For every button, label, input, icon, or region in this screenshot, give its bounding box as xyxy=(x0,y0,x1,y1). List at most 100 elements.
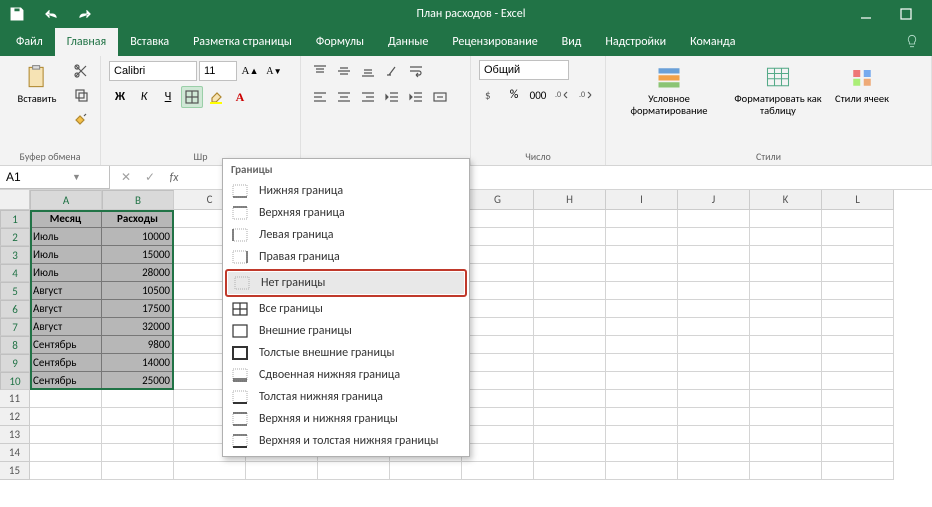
cell-B3[interactable]: 15000 xyxy=(102,246,174,264)
borders-item-5[interactable]: Все границы xyxy=(223,298,469,320)
row-header-2[interactable]: 2 xyxy=(0,228,30,246)
cell-A12[interactable] xyxy=(30,408,102,426)
underline-button[interactable]: Ч xyxy=(157,86,179,108)
tell-me-icon[interactable] xyxy=(904,28,932,56)
cell-J14[interactable] xyxy=(678,444,750,462)
tab-home[interactable]: Главная xyxy=(55,28,118,56)
cell-L2[interactable] xyxy=(822,228,894,246)
cell-K10[interactable] xyxy=(750,372,822,390)
cell-B8[interactable]: 9800 xyxy=(102,336,174,354)
wrap-text-button[interactable] xyxy=(405,60,427,82)
cell-H4[interactable] xyxy=(534,264,606,282)
cell-I5[interactable] xyxy=(606,282,678,300)
tab-file[interactable]: Файл xyxy=(4,28,55,56)
cell-I4[interactable] xyxy=(606,264,678,282)
cell-L8[interactable] xyxy=(822,336,894,354)
cell-A9[interactable]: Сентябрь xyxy=(30,354,102,372)
cell-L3[interactable] xyxy=(822,246,894,264)
cell-A15[interactable] xyxy=(30,462,102,480)
conditional-formatting-button[interactable]: Условное форматирование xyxy=(614,60,724,119)
cell-G7[interactable] xyxy=(462,318,534,336)
tab-pagelayout[interactable]: Разметка страницы xyxy=(181,28,304,56)
cell-B13[interactable] xyxy=(102,426,174,444)
cell-I6[interactable] xyxy=(606,300,678,318)
copy-button[interactable] xyxy=(70,84,92,106)
cell-I14[interactable] xyxy=(606,444,678,462)
decrease-font-button[interactable]: A▼ xyxy=(263,60,285,82)
borders-item-10[interactable]: Верхняя и нижняя границы xyxy=(223,408,469,430)
tab-addins[interactable]: Надстройки xyxy=(593,28,678,56)
cell-J15[interactable] xyxy=(678,462,750,480)
decrease-decimal-button[interactable]: .0 xyxy=(575,84,597,106)
fx-button[interactable]: fx xyxy=(164,169,184,187)
col-header-I[interactable]: I xyxy=(606,190,678,210)
cell-H8[interactable] xyxy=(534,336,606,354)
borders-button[interactable] xyxy=(181,86,203,108)
paste-button[interactable]: Вставить xyxy=(8,60,66,108)
cell-L14[interactable] xyxy=(822,444,894,462)
cell-G15[interactable] xyxy=(462,462,534,480)
enter-formula-button[interactable]: ✓ xyxy=(140,169,160,187)
align-bottom-button[interactable] xyxy=(357,60,379,82)
row-header-12[interactable]: 12 xyxy=(0,408,30,426)
font-color-button[interactable]: A xyxy=(229,86,251,108)
format-as-table-button[interactable]: Форматировать как таблицу xyxy=(728,60,828,119)
cell-A13[interactable] xyxy=(30,426,102,444)
col-header-L[interactable]: L xyxy=(822,190,894,210)
maximize-button[interactable] xyxy=(886,0,926,28)
cell-G14[interactable] xyxy=(462,444,534,462)
save-button[interactable] xyxy=(6,3,28,25)
cell-K7[interactable] xyxy=(750,318,822,336)
cell-J2[interactable] xyxy=(678,228,750,246)
cell-G1[interactable] xyxy=(462,210,534,228)
tab-insert[interactable]: Вставка xyxy=(118,28,181,56)
undo-button[interactable] xyxy=(40,3,62,25)
row-header-13[interactable]: 13 xyxy=(0,426,30,444)
cell-B5[interactable]: 10500 xyxy=(102,282,174,300)
tab-team[interactable]: Команда xyxy=(678,28,747,56)
cell-K3[interactable] xyxy=(750,246,822,264)
cell-L9[interactable] xyxy=(822,354,894,372)
cell-J13[interactable] xyxy=(678,426,750,444)
format-painter-button[interactable] xyxy=(70,108,92,130)
cell-G12[interactable] xyxy=(462,408,534,426)
cell-J5[interactable] xyxy=(678,282,750,300)
cell-A8[interactable]: Сентябрь xyxy=(30,336,102,354)
cell-K4[interactable] xyxy=(750,264,822,282)
fill-color-button[interactable] xyxy=(205,86,227,108)
cell-K15[interactable] xyxy=(750,462,822,480)
cell-G4[interactable] xyxy=(462,264,534,282)
col-header-H[interactable]: H xyxy=(534,190,606,210)
cell-J4[interactable] xyxy=(678,264,750,282)
select-all-corner[interactable] xyxy=(0,190,30,210)
cell-J9[interactable] xyxy=(678,354,750,372)
cell-B4[interactable]: 28000 xyxy=(102,264,174,282)
cell-A7[interactable]: Август xyxy=(30,318,102,336)
row-header-14[interactable]: 14 xyxy=(0,444,30,462)
cell-I7[interactable] xyxy=(606,318,678,336)
row-header-15[interactable]: 15 xyxy=(0,462,30,480)
cell-E15[interactable] xyxy=(318,462,390,480)
cell-I11[interactable] xyxy=(606,390,678,408)
orientation-button[interactable] xyxy=(381,60,403,82)
cell-L6[interactable] xyxy=(822,300,894,318)
cell-I10[interactable] xyxy=(606,372,678,390)
cell-A1[interactable]: Месяц xyxy=(30,210,102,228)
cell-H13[interactable] xyxy=(534,426,606,444)
accounting-format-button[interactable]: $ xyxy=(479,84,501,106)
align-left-button[interactable] xyxy=(309,86,331,108)
row-header-11[interactable]: 11 xyxy=(0,390,30,408)
row-header-8[interactable]: 8 xyxy=(0,336,30,354)
cell-J12[interactable] xyxy=(678,408,750,426)
cell-H10[interactable] xyxy=(534,372,606,390)
cell-I12[interactable] xyxy=(606,408,678,426)
cell-G13[interactable] xyxy=(462,426,534,444)
minimize-button[interactable] xyxy=(846,0,886,28)
cell-H1[interactable] xyxy=(534,210,606,228)
decrease-indent-button[interactable] xyxy=(381,86,403,108)
name-box[interactable]: ▼ xyxy=(0,166,110,189)
cell-L12[interactable] xyxy=(822,408,894,426)
cell-J6[interactable] xyxy=(678,300,750,318)
cancel-formula-button[interactable]: ✕ xyxy=(116,169,136,187)
cell-A10[interactable]: Сентябрь xyxy=(30,372,102,390)
